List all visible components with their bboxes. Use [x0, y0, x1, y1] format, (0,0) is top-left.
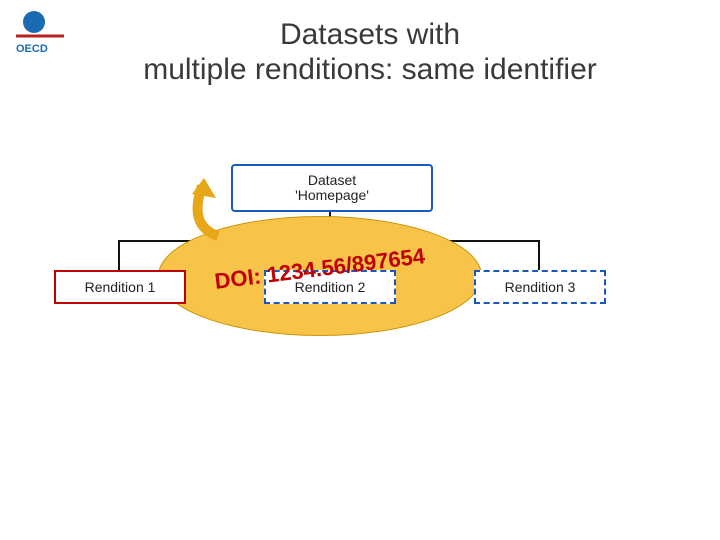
rendition-1-box: Rendition 1	[54, 270, 186, 304]
connector	[118, 240, 120, 270]
slide-title: Datasets with multiple renditions: same …	[80, 18, 660, 87]
rendition-3-label: Rendition 3	[505, 279, 576, 295]
dataset-homepage-box: Dataset 'Homepage'	[231, 164, 433, 212]
homepage-label: Dataset 'Homepage'	[295, 173, 369, 204]
rendition-3-box: Rendition 3	[474, 270, 606, 304]
logo-text: OECD	[16, 43, 48, 55]
title-line1: Datasets with multiple renditions: same …	[143, 18, 597, 86]
oecd-logo: OECD	[14, 8, 66, 61]
rendition-1-label: Rendition 1	[85, 279, 156, 295]
slide: OECD Datasets with multiple renditions: …	[0, 0, 720, 540]
connector	[538, 240, 540, 270]
